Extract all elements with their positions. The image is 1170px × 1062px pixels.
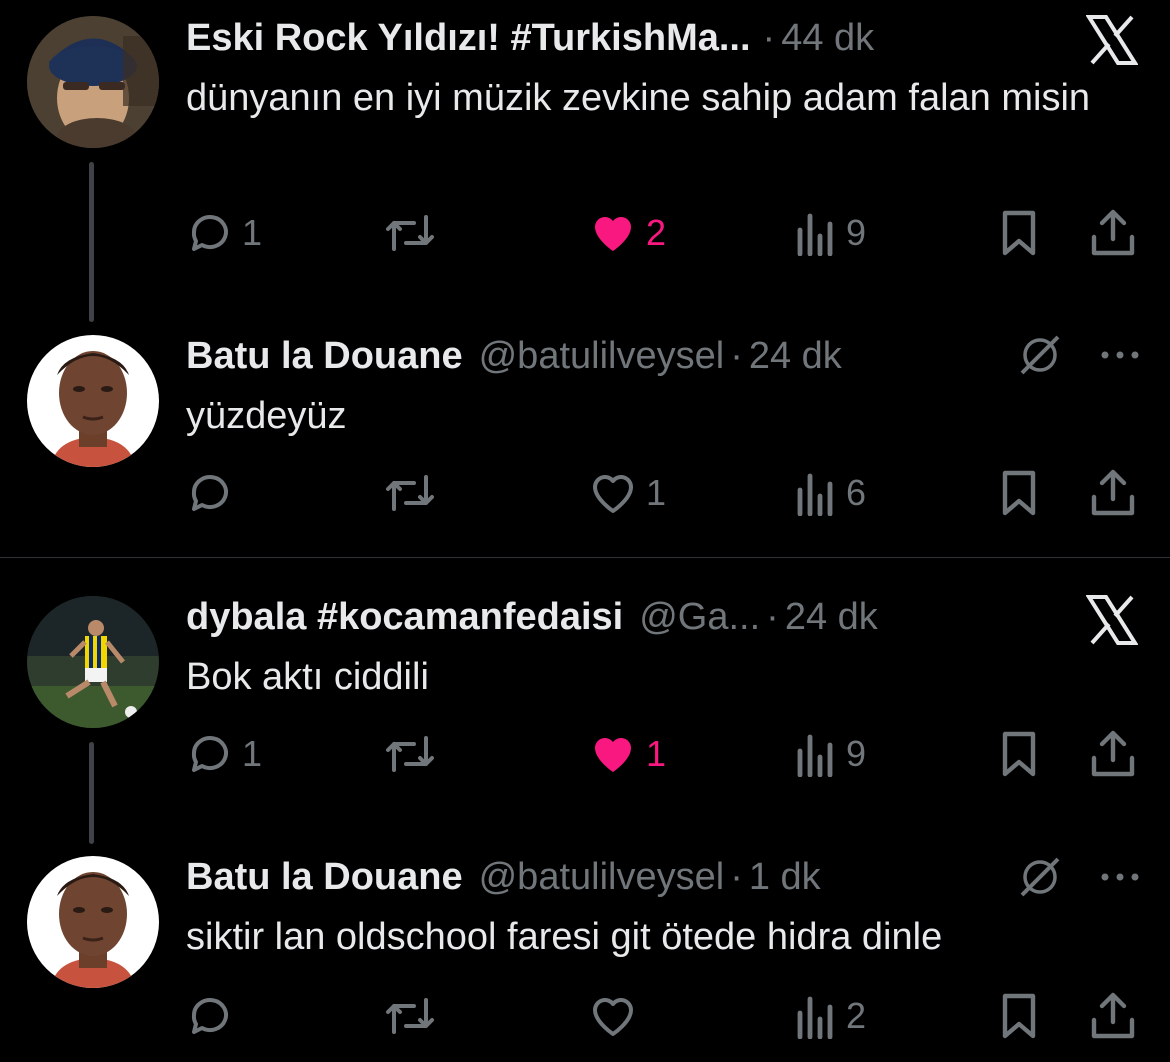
tweet-actions: 1 1 9: [186, 724, 1146, 784]
views-icon: [797, 213, 833, 256]
views-icon: [797, 734, 833, 777]
bookmark-button[interactable]: [998, 724, 1040, 784]
views-button[interactable]: 2: [796, 986, 866, 1046]
avatar[interactable]: [27, 856, 159, 988]
reply-button[interactable]: 1: [186, 203, 262, 263]
thread-line: [89, 162, 94, 322]
timestamp[interactable]: 24 dk: [749, 335, 842, 378]
reply-icon: [191, 998, 228, 1034]
heart-filled-icon: [595, 217, 631, 251]
retweet-button[interactable]: [384, 203, 436, 263]
reply-icon: [191, 475, 228, 511]
x-logo-icon[interactable]: [1082, 12, 1142, 68]
views-count: 6: [846, 472, 867, 513]
retweet-icon: [386, 998, 434, 1034]
views-icon: [797, 473, 833, 516]
like-count: 2: [646, 212, 667, 253]
share-icon: [1091, 469, 1135, 516]
views-button[interactable]: 9: [796, 203, 866, 263]
share-button[interactable]: [1090, 986, 1136, 1046]
reply-icon: [191, 215, 228, 251]
tweet-text: siktir lan oldschool faresi git ötede hi…: [186, 916, 943, 958]
tweet-header: Batu la Douane @batulilveysel · 24 dk: [186, 331, 842, 381]
separator-dot: ·: [730, 334, 743, 377]
views-button[interactable]: 6: [796, 463, 866, 523]
views-icon: [797, 996, 833, 1039]
timestamp[interactable]: 24 dk: [785, 596, 878, 639]
reply-button[interactable]: 1: [186, 724, 262, 784]
share-icon: [1091, 209, 1135, 256]
bookmark-icon: [1002, 993, 1036, 1039]
like-count: 1: [646, 472, 667, 513]
tweet-text: yüzdeyüz: [186, 395, 347, 437]
views-count: 9: [846, 733, 867, 774]
retweet-button[interactable]: [384, 724, 436, 784]
tweet-actions: 1 6: [186, 463, 1146, 523]
views-count: 9: [846, 212, 867, 253]
retweet-icon: [386, 215, 434, 251]
avatar[interactable]: [27, 596, 159, 728]
tweet-actions: 1 2 9: [186, 203, 1146, 263]
reply-count: 1: [242, 733, 263, 774]
more-options-icon[interactable]: [1098, 338, 1142, 372]
reply-button[interactable]: [186, 986, 234, 1046]
thread-line: [89, 742, 94, 844]
retweet-icon: [386, 475, 434, 511]
avatar[interactable]: [27, 335, 159, 467]
timestamp[interactable]: 44 dk: [781, 17, 874, 60]
user-handle[interactable]: @batulilveysel: [479, 856, 725, 899]
avatar[interactable]: [27, 16, 159, 148]
share-button[interactable]: [1090, 463, 1136, 523]
like-button[interactable]: 1: [588, 463, 666, 523]
thread-divider: [0, 557, 1170, 558]
reply-count: 1: [242, 212, 263, 253]
tweet-text: Bok aktı ciddili: [186, 656, 429, 698]
x-logo-icon[interactable]: [1082, 592, 1142, 648]
display-name[interactable]: Batu la Douane: [186, 856, 463, 899]
separator-dot: ·: [766, 595, 779, 638]
like-button[interactable]: 2: [588, 203, 666, 263]
heart-icon: [593, 475, 633, 513]
timestamp[interactable]: 1 dk: [749, 856, 821, 899]
bookmark-icon: [1002, 470, 1036, 516]
retweet-icon: [386, 736, 434, 772]
display-name[interactable]: dybala #kocamanfedaisi: [186, 596, 623, 639]
heart-filled-icon: [595, 738, 631, 772]
like-button[interactable]: 1: [588, 724, 666, 784]
heart-icon: [593, 998, 633, 1036]
bookmark-button[interactable]: [998, 986, 1040, 1046]
user-handle[interactable]: @Ga...: [639, 596, 760, 639]
share-button[interactable]: [1090, 724, 1136, 784]
tweet-header: Batu la Douane @batulilveysel · 1 dk: [186, 852, 821, 902]
bookmark-icon: [1002, 731, 1036, 777]
separator-dot: ·: [730, 855, 743, 898]
share-button[interactable]: [1090, 203, 1136, 263]
display-name[interactable]: Eski Rock Yıldızı! #TurkishMa...: [186, 17, 751, 60]
tweet-header: Eski Rock Yıldızı! #TurkishMa... · 44 dk: [186, 13, 874, 63]
reply-icon: [191, 736, 228, 772]
retweet-button[interactable]: [384, 986, 436, 1046]
bookmark-button[interactable]: [998, 463, 1040, 523]
grok-icon[interactable]: [1015, 852, 1065, 902]
retweet-button[interactable]: [384, 463, 436, 523]
tweet-actions: 2: [186, 986, 1146, 1046]
views-button[interactable]: 9: [796, 724, 866, 784]
bookmark-icon: [1002, 210, 1036, 256]
tweet-text: dünyanın en iyi müzik zevkine sahip adam…: [186, 77, 1091, 119]
separator-dot: ·: [762, 16, 776, 59]
grok-icon[interactable]: [1015, 330, 1065, 380]
more-options-icon[interactable]: [1098, 860, 1142, 894]
views-count: 2: [846, 995, 867, 1036]
display-name[interactable]: Batu la Douane: [186, 335, 463, 378]
like-button[interactable]: [588, 986, 638, 1046]
share-icon: [1091, 730, 1135, 777]
share-icon: [1091, 992, 1135, 1039]
user-handle[interactable]: @batulilveysel: [479, 335, 725, 378]
like-count: 1: [646, 733, 667, 774]
bookmark-button[interactable]: [998, 203, 1040, 263]
tweet-header: dybala #kocamanfedaisi @Ga... · 24 dk: [186, 592, 878, 642]
reply-button[interactable]: [186, 463, 234, 523]
